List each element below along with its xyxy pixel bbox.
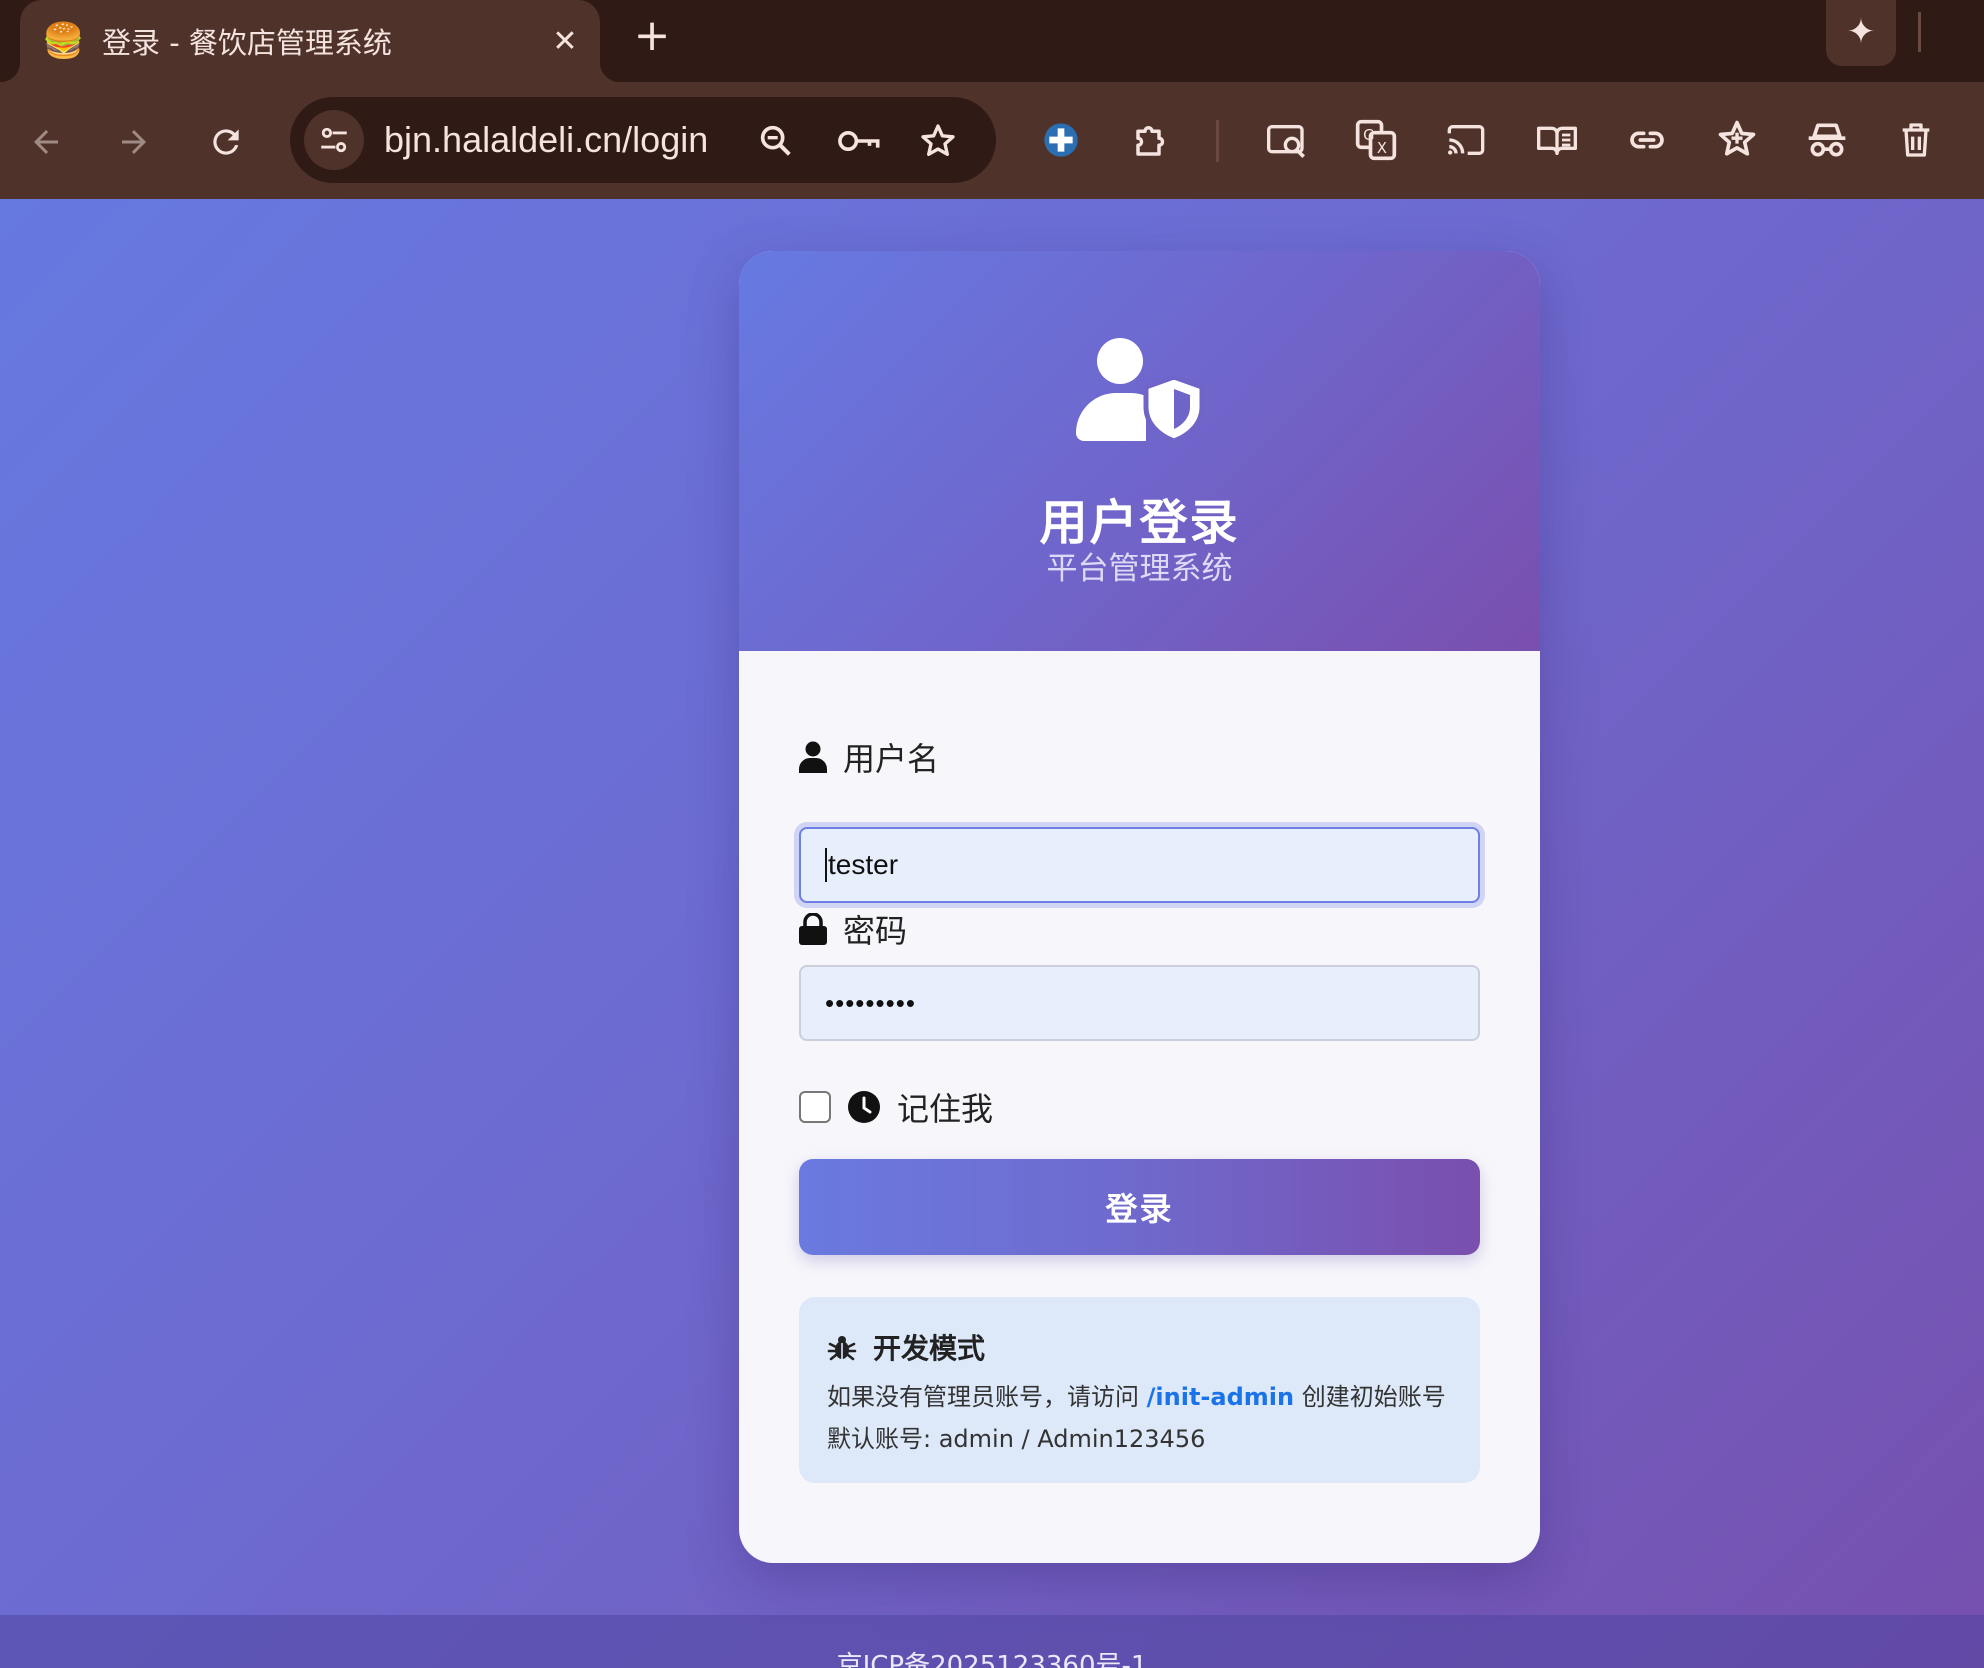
user-icon	[799, 740, 829, 774]
browser-tabstrip: 🍔 登录 - 餐饮店管理系统 ✕ + ✦	[0, 0, 1984, 82]
burger-favicon-icon: 🍔	[42, 21, 85, 61]
bug-icon	[827, 1336, 857, 1361]
browser-toolbar: bjn.halaldeli.cn/login G X	[0, 82, 1984, 199]
init-admin-link[interactable]: /init-admin	[1147, 1383, 1294, 1411]
dev-mode-line-2: 默认账号: admin / Admin123456	[827, 1425, 1206, 1453]
username-label-text: 用户名	[843, 740, 940, 778]
password-input[interactable]: •••••••••	[799, 965, 1480, 1041]
dev-mode-title: 开发模式	[827, 1329, 985, 1365]
puzzle-icon	[1136, 126, 1165, 156]
username-input[interactable]: tester	[799, 827, 1480, 903]
star-list-icon	[1718, 120, 1756, 156]
dev-mode-line-1: 如果没有管理员账号，请访问 /init-admin 创建初始账号	[827, 1377, 1446, 1412]
translate-icon: G X	[1355, 119, 1397, 161]
url-text[interactable]: bjn.halaldeli.cn/login	[384, 97, 708, 183]
dev-mode-notice: 开发模式 如果没有管理员账号，请访问 /init-admin 创建初始账号 默认…	[799, 1297, 1480, 1483]
search-page-icon	[1267, 124, 1305, 158]
zoom-icon	[760, 125, 791, 156]
icp-license-link[interactable]: 京ICP备2025123360号-1	[0, 1645, 1984, 1668]
remember-me-label[interactable]: 记住我	[897, 1084, 993, 1130]
favorites-button[interactable]	[1707, 110, 1767, 170]
svg-text:G: G	[1363, 127, 1374, 144]
extension-medical[interactable]	[1031, 110, 1091, 170]
reading-mode-button[interactable]	[1527, 110, 1587, 170]
zoom-button[interactable]	[750, 115, 802, 167]
reading-mode-icon	[1536, 126, 1577, 155]
address-bar[interactable]: bjn.halaldeli.cn/login	[290, 97, 996, 183]
copy-link-button[interactable]	[1617, 110, 1677, 170]
gemini-sparkle-icon[interactable]: ✦	[1826, 0, 1896, 66]
reload-button[interactable]	[196, 112, 256, 172]
incognito-icon	[1808, 123, 1846, 157]
arrow-right-icon	[122, 130, 146, 154]
username-value: tester	[828, 849, 899, 880]
page-background: 用户登录 平台管理系统 用户名 tester 密码 ••••••••• 记住我 …	[0, 199, 1984, 1668]
dev-mode-line-1-suffix: 创建初始账号	[1294, 1383, 1446, 1411]
clock-icon	[848, 1091, 880, 1123]
svg-text:X: X	[1377, 140, 1387, 157]
tab-title: 登录 - 餐饮店管理系统	[102, 26, 392, 60]
text-caret	[825, 848, 827, 882]
new-tab-button[interactable]: +	[626, 10, 678, 62]
password-manager-button[interactable]	[832, 115, 884, 167]
tabstrip-divider	[1918, 12, 1921, 52]
key-icon	[838, 130, 880, 152]
tune-icon	[321, 127, 347, 153]
incognito-button[interactable]	[1797, 110, 1857, 170]
password-value: •••••••••	[825, 987, 916, 1018]
username-label: 用户名	[799, 737, 940, 778]
site-info-button[interactable]	[304, 110, 364, 170]
login-card-header: 用户登录 平台管理系统	[739, 251, 1540, 651]
browser-tab-active[interactable]: 🍔 登录 - 餐饮店管理系统 ✕	[0, 0, 620, 82]
dev-mode-title-text: 开发模式	[873, 1332, 986, 1365]
tab-close-icon[interactable]: ✕	[540, 24, 590, 59]
page-footer: 京ICP备2025123360号-1	[0, 1615, 1984, 1668]
forward-button[interactable]	[104, 112, 164, 172]
login-subtitle: 平台管理系统	[1046, 551, 1233, 587]
cast-icon	[1447, 125, 1485, 155]
extensions-button[interactable]	[1122, 110, 1182, 170]
link-icon	[1630, 131, 1664, 149]
login-button[interactable]: 登录	[799, 1159, 1480, 1255]
remember-me-row: 记住我	[799, 1084, 993, 1130]
password-label-text: 密码	[843, 912, 908, 950]
back-button[interactable]	[16, 112, 76, 172]
cast-button[interactable]	[1436, 110, 1496, 170]
reload-icon	[213, 129, 239, 155]
lock-icon	[799, 912, 829, 946]
translate-button[interactable]: G X	[1346, 110, 1406, 170]
medical-cross-icon	[1044, 123, 1078, 157]
star-icon	[921, 124, 955, 156]
arrow-left-icon	[34, 130, 58, 154]
search-page-button[interactable]	[1257, 110, 1317, 170]
remember-me-checkbox[interactable]	[799, 1091, 831, 1123]
password-label: 密码	[799, 909, 908, 950]
dev-mode-line-1-prefix: 如果没有管理员账号，请访问	[827, 1383, 1147, 1411]
bookmark-button[interactable]	[912, 115, 964, 167]
login-card: 用户登录 平台管理系统 用户名 tester 密码 ••••••••• 记住我 …	[739, 251, 1540, 1563]
trash-icon	[1902, 123, 1930, 157]
delete-button[interactable]	[1886, 110, 1946, 170]
user-shield-icon	[1076, 338, 1204, 441]
toolbar-divider	[1216, 120, 1219, 162]
